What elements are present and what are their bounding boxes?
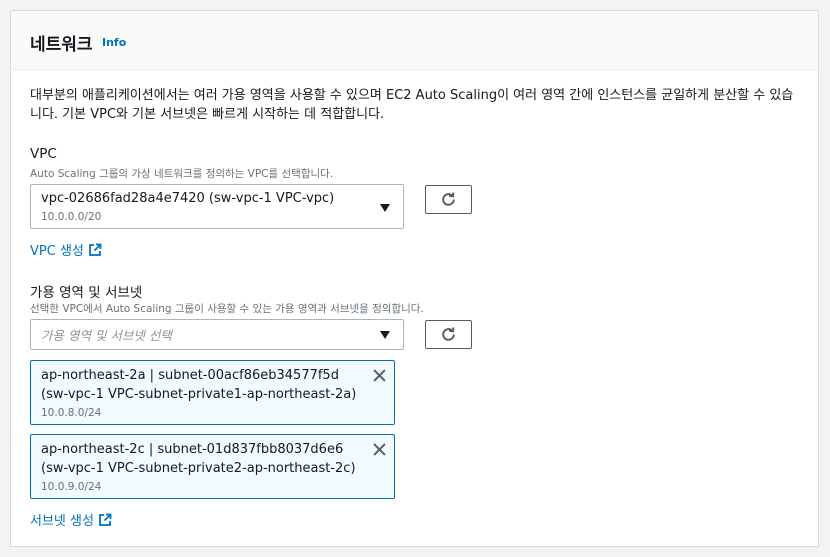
subnet-select-placeholder: 가용 영역 및 서브넷 선택 (41, 328, 172, 343)
close-icon[interactable] (373, 369, 386, 382)
vpc-refresh-button[interactable] (425, 185, 472, 214)
info-link[interactable]: Info (102, 36, 126, 49)
external-link-icon (88, 243, 102, 256)
create-subnet-link[interactable]: 서브넷 생성 (30, 510, 112, 529)
subnet-token-id: ap-northeast-2c | subnet-01d837fbb8037d6… (41, 442, 344, 457)
vpc-selected-cidr: 10.0.0.0/20 (41, 211, 102, 223)
create-vpc-link[interactable]: VPC 생성 (30, 240, 102, 259)
network-panel: 네트워크 Info 대부분의 애플리케이션에서는 여러 가용 영역을 사용할 수… (10, 10, 819, 547)
subnet-label: 가용 영역 및 서브넷 (30, 285, 143, 301)
subnet-refresh-button[interactable] (425, 320, 472, 349)
subnet-select[interactable]: 가용 영역 및 서브넷 선택 (30, 319, 404, 350)
subnet-token-cidr: 10.0.8.0/24 (41, 407, 102, 419)
vpc-selected-value: vpc-02686fad28a4e7420 (sw-vpc-1 VPC-vpc) (41, 191, 335, 206)
subnet-token-name: (sw-vpc-1 VPC-subnet-private2-ap-northea… (41, 461, 356, 476)
refresh-icon (442, 192, 455, 206)
subnet-token-cidr: 10.0.9.0/24 (41, 481, 102, 493)
subnet-token: ap-northeast-2c | subnet-01d837fbb8037d6… (30, 434, 395, 499)
caret-down-icon (380, 331, 390, 339)
external-link-icon (99, 513, 112, 526)
subnet-token-name: (sw-vpc-1 VPC-subnet-private1-ap-northea… (41, 387, 357, 402)
vpc-label: VPC (30, 146, 57, 162)
close-icon[interactable] (373, 443, 386, 456)
panel-title: 네트워크 (30, 35, 93, 55)
subnet-token-id: ap-northeast-2a | subnet-00acf86eb34577f… (41, 368, 339, 383)
description-text: 대부분의 애플리케이션에서는 여러 가용 영역을 사용할 수 있으며 EC2 A… (30, 88, 794, 122)
caret-down-icon (380, 204, 390, 212)
vpc-select[interactable]: vpc-02686fad28a4e7420 (sw-vpc-1 VPC-vpc)… (30, 184, 404, 229)
panel-header: 네트워크 Info (11, 11, 818, 70)
create-subnet-link-label: 서브넷 생성 (30, 514, 94, 529)
refresh-icon (442, 327, 455, 341)
subnet-hint: 선택한 VPC에서 Auto Scaling 그룹이 사용할 수 있는 가용 영… (30, 303, 424, 315)
subnet-token: ap-northeast-2a | subnet-00acf86eb34577f… (30, 360, 395, 425)
create-vpc-link-label: VPC 생성 (30, 244, 84, 259)
vpc-hint: Auto Scaling 그룹의 가상 네트워크를 정의하는 VPC를 선택합니… (30, 168, 334, 180)
